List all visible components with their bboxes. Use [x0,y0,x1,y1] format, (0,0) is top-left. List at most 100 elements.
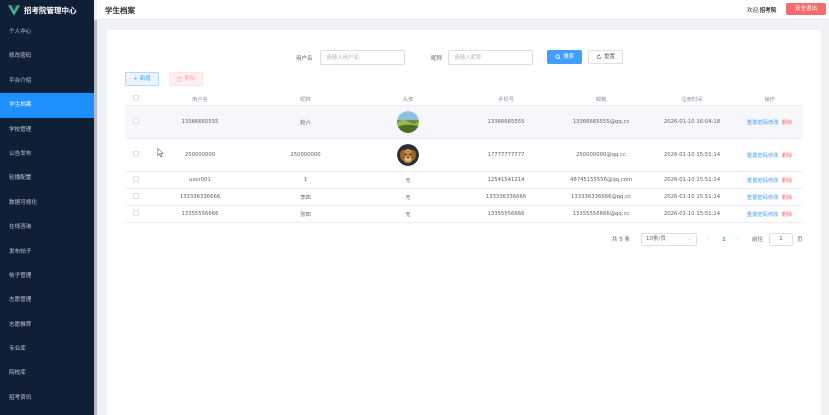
vue-logo-icon [8,4,20,16]
sidebar-item[interactable]: 学生档案 [0,93,94,118]
sidebar-item[interactable]: 院校库 [0,361,94,385]
username-cell: 13355556666 [181,211,219,217]
edit-link[interactable]: 修改 [768,195,779,201]
operations-cell: 重置密码修改 删除 [736,118,803,126]
nickname-cell: 张四 [300,212,311,218]
delete-link[interactable]: 删除 [782,212,793,218]
no-avatar-text: 无 [405,178,411,184]
table-row[interactable]: 133336336666 李四 无 133336336666 133336336666@… [125,189,803,206]
row-checkbox[interactable] [133,118,139,124]
sidebar-item[interactable]: 学校管理 [0,118,94,142]
page-size-select[interactable]: 10条/页 ⌄ [641,233,697,246]
column-header: 用户名 [192,97,208,103]
top-header: 学生档案 欢迎,招考院 安全退出 [97,0,829,20]
username-cell: user001 [189,177,211,183]
delete-link[interactable]: 删除 [782,120,793,126]
sidebar-item[interactable]: 个人中心 [0,20,94,44]
phone-cell: 13366665555 [487,119,525,125]
email-cell: 133336336666@qq.cc [571,194,631,200]
batch-delete-button[interactable]: 删除 [169,72,203,86]
checkbox-icon[interactable] [133,95,139,101]
app-title: 招考院管理中心 [24,5,77,15]
nickname-cell: 1 [303,177,308,183]
reset-button[interactable]: 重置 [588,50,623,64]
sidebar-item[interactable]: 在线咨询 [0,215,94,239]
username-cell: 13366665555 [181,119,219,125]
scrollbar-thumb[interactable] [94,20,97,415]
no-avatar-text: 无 [405,212,411,218]
reset-password-link[interactable]: 重置密码 [747,195,768,201]
sidebar-scrollbar[interactable] [94,20,97,415]
sidebar-item[interactable]: 平台介绍 [0,69,94,93]
edit-link[interactable]: 修改 [768,120,779,126]
avatar[interactable] [397,144,419,166]
sidebar-item[interactable]: 志愿推荐 [0,313,94,337]
sidebar-item[interactable]: 专业库 [0,337,94,361]
email-cell: 250000000@qq.cc [576,152,626,158]
avatar[interactable] [397,111,419,133]
reset-password-link[interactable]: 重置密码 [747,212,768,218]
nickname-cell: 250000000 [290,152,321,158]
sidebar-item[interactable]: 志愿管理 [0,288,94,312]
column-header: 昵称 [300,97,311,103]
nickname-search-input[interactable] [448,50,533,65]
edit-link[interactable]: 修改 [768,178,779,184]
row-checkbox[interactable] [133,210,139,216]
reset-password-link[interactable]: 重置密码 [747,178,768,184]
table-row[interactable]: user001 1 无 12541541214 48745155556@qq.com 20… [125,172,803,189]
add-button[interactable]: + 新增 [125,72,159,86]
mouse-cursor-icon [157,148,164,158]
table-row[interactable]: 250000000 250000000 17777777777 250000000@q… [125,139,803,172]
column-header: 邮箱 [595,97,607,103]
next-page-arrow-icon[interactable]: › [736,233,738,247]
current-page-number[interactable]: 1 [722,233,726,247]
chevron-down-icon: ⌄ [687,236,692,242]
table-header: 用户名 昵称 头像 手机号 邮箱 注册时间 操作 [125,93,803,106]
logout-button[interactable]: 安全退出 [786,3,826,15]
row-checkbox[interactable] [133,176,139,182]
delete-link[interactable]: 删除 [782,178,793,184]
table-row[interactable]: 13366665555 赵六 13366665555 13366665555@qq.c… [125,106,803,139]
sidebar-item[interactable]: 修改密码 [0,44,94,68]
row-checkbox-cell [125,151,147,159]
operations-cell: 重置密码修改 删除 [736,193,803,201]
delete-link[interactable]: 删除 [782,153,793,159]
sidebar-item[interactable]: 轮播配置 [0,166,94,190]
sidebar-item[interactable]: 数据可视化 [0,191,94,215]
email-cell: 13355556666@qq.cc [572,211,630,217]
edit-link[interactable]: 修改 [768,212,779,218]
row-checkbox[interactable] [133,151,139,157]
sidebar-item[interactable]: 公告发布 [0,142,94,166]
sidebar-item[interactable]: 帖子管理 [0,264,94,288]
prev-page-arrow-icon[interactable]: ‹ [707,233,709,247]
sidebar-item[interactable]: 招考资讯 [0,386,94,410]
reset-button-label: 重置 [603,54,615,60]
email-cell: 13366665555@qq.cc [572,119,630,125]
avatar-cell: 无 [358,210,458,218]
username-cell: 133336336666 [179,194,221,200]
delete-link[interactable]: 删除 [782,195,793,201]
student-table: 用户名 昵称 头像 手机号 邮箱 注册时间 操作 13366665555 赵六 13366665… [125,93,803,223]
select-all-checkbox[interactable] [125,95,147,103]
reset-password-link[interactable]: 重置密码 [747,120,768,126]
table-body: 13366665555 赵六 13366665555 13366665555@qq.c… [125,106,803,223]
reg-time-cell: 2026-01-10 16:04:18 [663,119,721,125]
column-header: 注册时间 [681,97,703,103]
no-avatar-text: 无 [405,195,411,201]
avatar-cell [358,111,458,133]
edit-link[interactable]: 修改 [768,153,779,159]
goto-page-input[interactable]: 1 [769,233,793,246]
reg-time-cell: 2026-01-10 15:51:14 [663,211,721,217]
logo: 招考院管理中心 [0,0,94,20]
add-button-label: 新增 [139,76,151,82]
reset-password-link[interactable]: 重置密码 [747,153,768,159]
username-search-input[interactable] [320,50,405,65]
row-checkbox-cell [125,176,147,184]
page-title: 学生档案 [105,6,135,15]
search-button[interactable]: 搜索 [547,50,582,64]
table-row[interactable]: 13355556666 张四 无 13355556666 13355556666@qq.… [125,206,803,223]
welcome-prefix: 欢迎, [747,8,760,14]
row-checkbox[interactable] [133,193,139,199]
row-checkbox-cell [125,193,147,201]
sidebar-item[interactable]: 发布帖子 [0,240,94,264]
